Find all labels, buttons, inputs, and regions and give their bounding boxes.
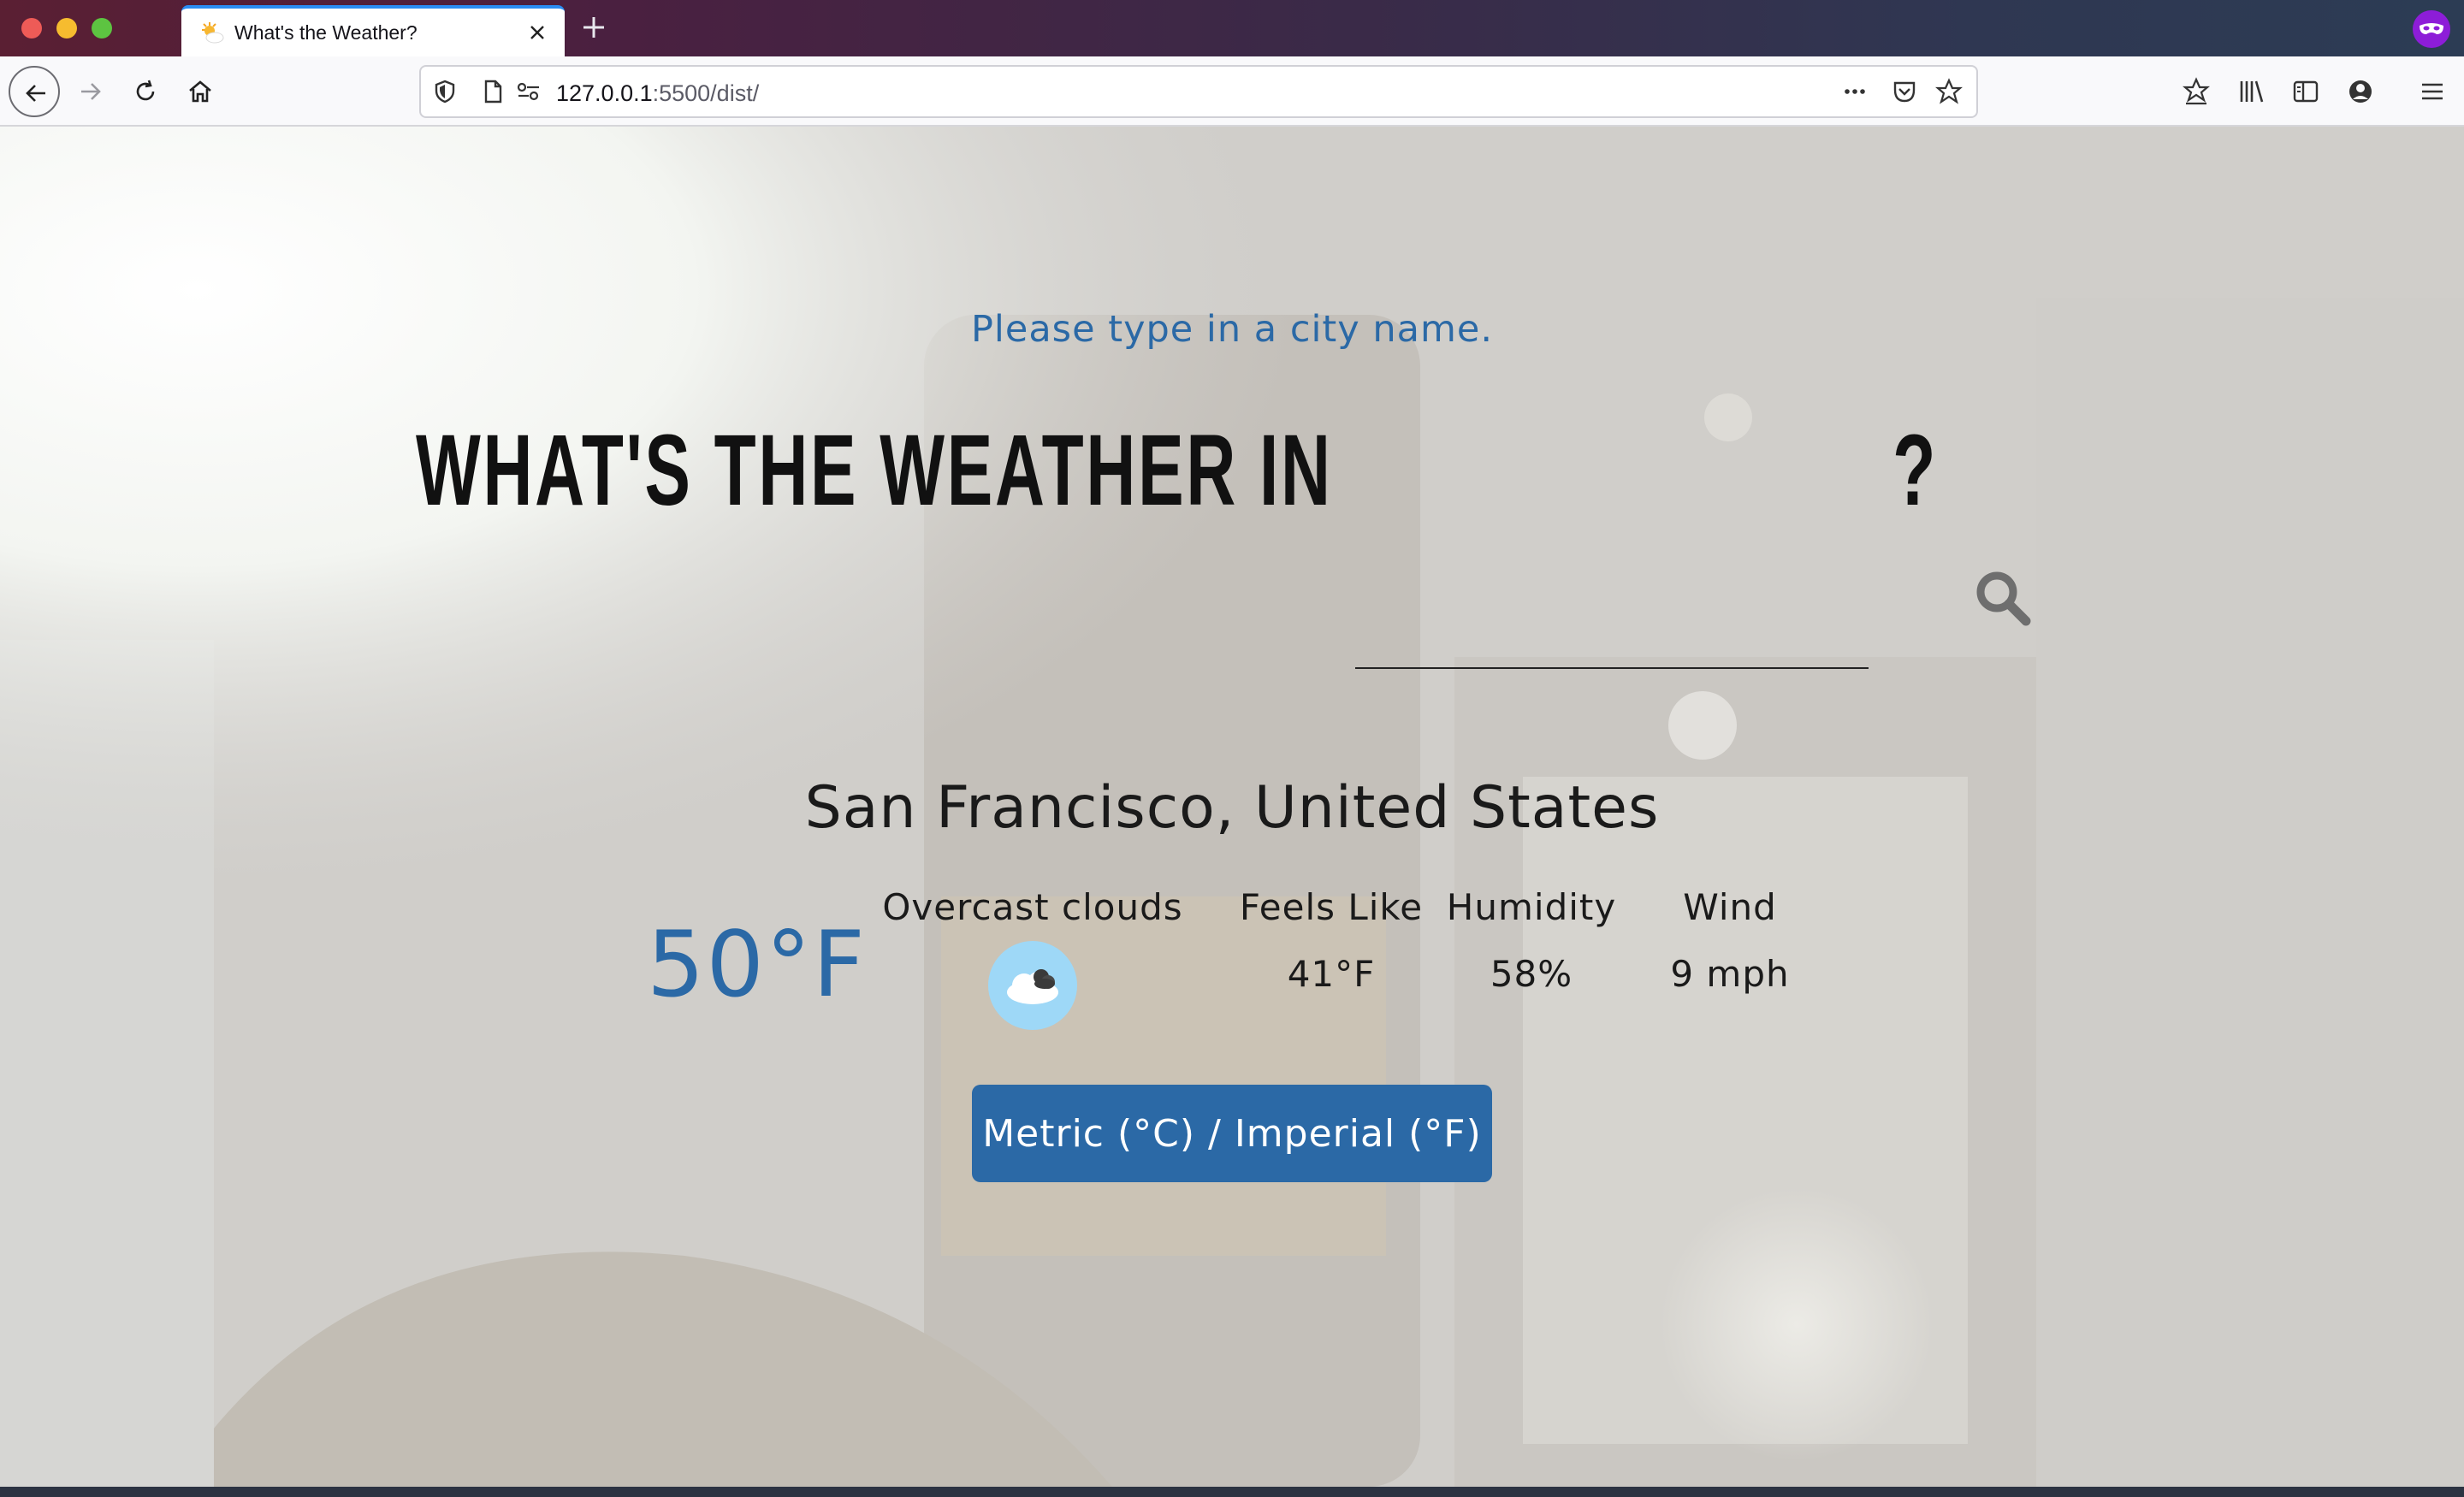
address-bar[interactable]: 127.0.0.1:5500/dist/ [419,65,1978,118]
weather-condition: Overcast clouds [882,886,1183,928]
tab-title: What's the Weather? [234,21,418,44]
reload-button[interactable] [120,66,171,117]
pocket-icon[interactable] [1891,78,1918,105]
permissions-icon[interactable] [515,78,542,105]
home-icon [189,80,211,103]
search-icon [1976,571,2031,626]
shield-icon[interactable] [431,78,459,105]
account-icon[interactable] [2346,77,2375,106]
star-icon[interactable] [1935,78,1963,105]
search-button[interactable] [1973,568,2033,628]
feels-like-label: Feels Like [1239,886,1424,928]
back-arrow-icon [26,85,45,102]
weather-page: Please type in a city name. WHAT'S THE W… [0,127,2464,1487]
maximize-window-button[interactable] [92,18,112,38]
unit-toggle-button[interactable]: Metric (°C) / Imperial (°F) [972,1085,1492,1182]
new-tab-plus-icon[interactable] [578,12,609,43]
headline: WHAT'S THE WEATHER IN [416,414,1333,527]
headline-question-mark: ? [1892,414,1936,527]
location-name: San Francisco, United States [804,774,1660,842]
city-input-underline [1355,667,1869,669]
browser-title-bar: What's the Weather? [0,0,2464,58]
url-host: 127.0.0.1 [556,80,653,106]
back-button[interactable] [9,66,60,117]
page-icon[interactable] [479,78,506,105]
reload-icon [136,80,155,101]
prompt-text: Please type in a city name. [971,308,1493,351]
hamburger-menu-icon[interactable] [2418,77,2447,106]
browser-tab-active[interactable]: What's the Weather? [181,5,565,58]
feels-like-value: 41°F [1287,953,1376,995]
sidebar-icon[interactable] [2291,77,2320,106]
close-window-button[interactable] [21,18,42,38]
library-icon[interactable] [2236,77,2266,106]
forward-button[interactable] [65,66,116,117]
private-browsing-mask-icon [2413,10,2450,48]
current-temperature: 50°F [647,912,867,1017]
navigation-toolbar: 127.0.0.1:5500/dist/ [0,56,2464,127]
minimize-window-button[interactable] [56,18,77,38]
humidity-value: 58% [1490,953,1573,995]
url-text[interactable]: 127.0.0.1:5500/dist/ [556,80,759,107]
more-icon[interactable] [1841,78,1869,105]
overcast-clouds-icon [988,941,1077,1030]
saved-to-bookmarks-icon[interactable] [2182,77,2211,106]
window-bottom-edge [0,1487,2464,1497]
url-path: :5500/dist/ [652,80,760,106]
home-button[interactable] [175,66,226,117]
city-input[interactable] [1355,479,1869,547]
wind-label: Wind [1683,886,1777,928]
wind-value: 9 mph [1670,953,1790,995]
sun-cloud-favicon-icon [202,22,224,44]
forward-arrow-icon [81,83,101,100]
humidity-label: Humidity [1446,886,1617,928]
close-tab-icon[interactable] [524,19,551,46]
